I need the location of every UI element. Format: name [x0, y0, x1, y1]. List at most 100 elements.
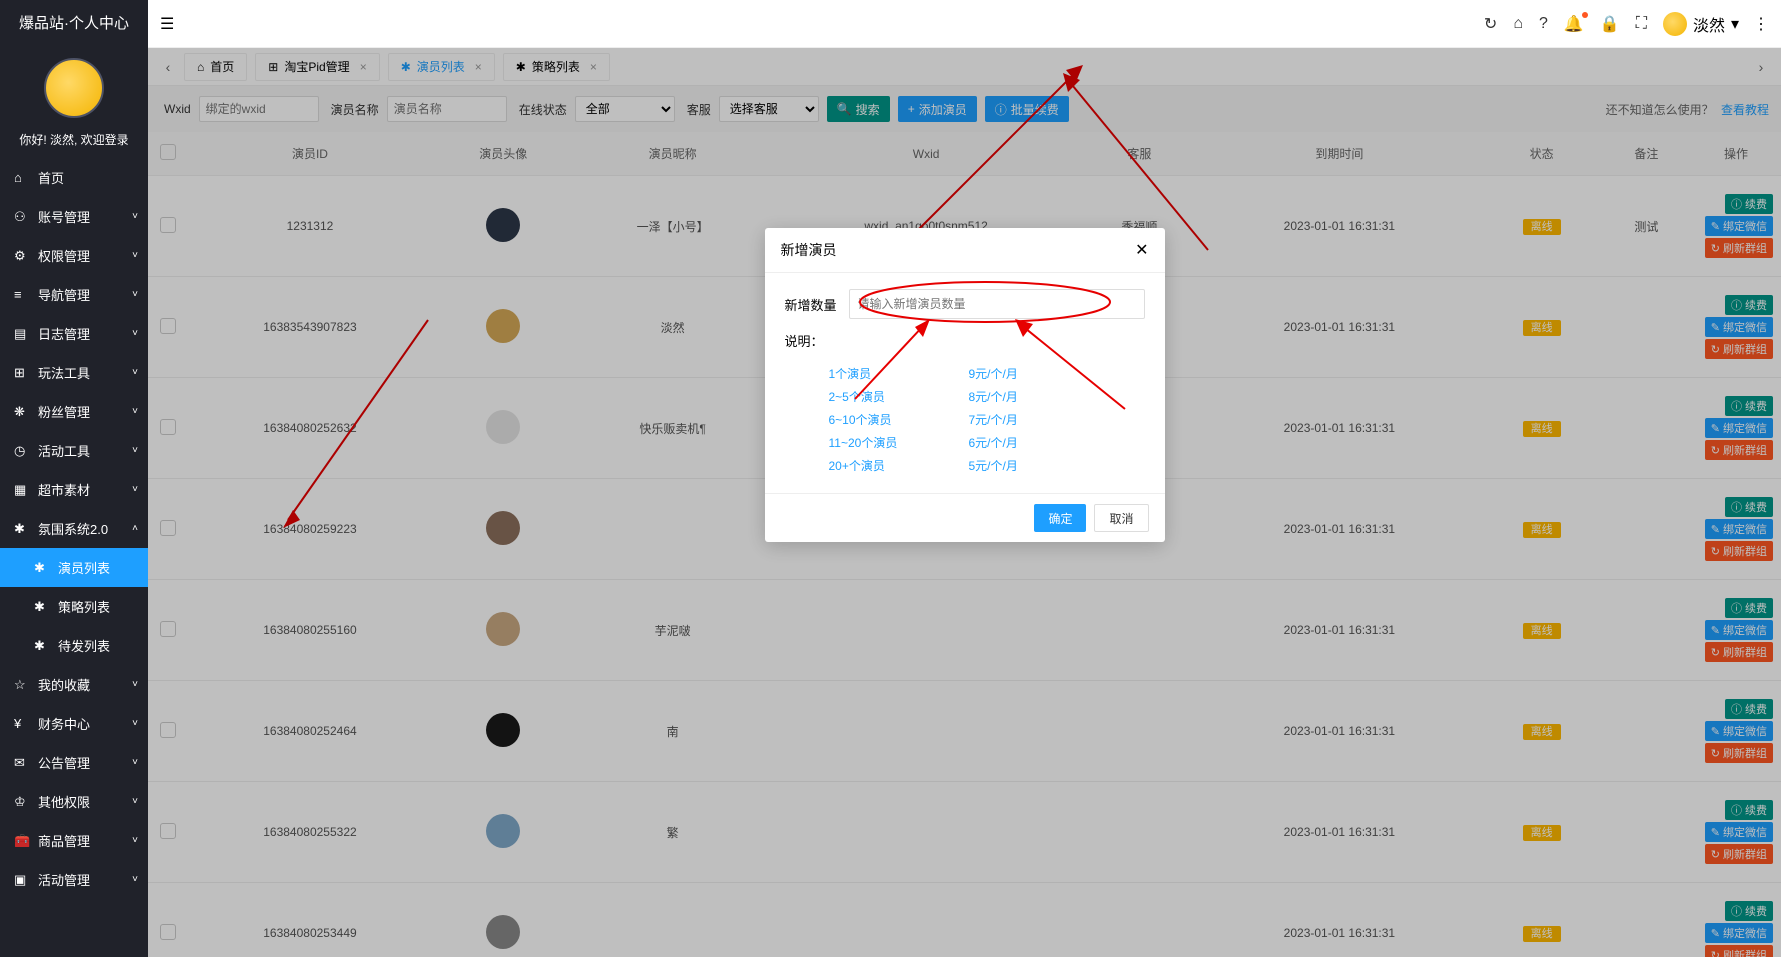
price-row: 11~20个演员6元/个/月: [829, 431, 1145, 454]
sidebar-item[interactable]: 🧰商品管理˅: [0, 821, 148, 860]
brand-logo: 爆品站·个人中心: [0, 0, 148, 48]
desc-label: 说明：: [785, 331, 824, 350]
price-row: 6~10个演员7元/个/月: [829, 408, 1145, 431]
user-menu[interactable]: 淡然▾⋮: [1663, 12, 1769, 36]
sidebar-item[interactable]: ⚙权限管理˅: [0, 236, 148, 275]
sidebar-item[interactable]: ¥财务中心˅: [0, 704, 148, 743]
sidebar-subitem[interactable]: ✱待发列表: [0, 626, 148, 665]
add-actor-modal: 新增演员 ✕ 新增数量 说明： 1个演员9元/个/月2~5个演员8元/个/月6~…: [765, 228, 1165, 542]
collapse-icon[interactable]: ☰: [160, 14, 174, 34]
price-range: 20+个演员: [829, 457, 969, 474]
chevron-icon: ˅: [132, 874, 138, 885]
nav-icon: ⌂: [14, 170, 30, 185]
topbar-icon[interactable]: 🔔: [1564, 14, 1584, 34]
confirm-button[interactable]: 确定: [1034, 504, 1086, 532]
sidebar-item[interactable]: ❋ 粉丝管理 ˅: [0, 392, 148, 431]
nav-icon: ▤: [14, 326, 30, 342]
price-row: 2~5个演员8元/个/月: [829, 385, 1145, 408]
nav-label: 日志管理: [38, 324, 90, 343]
nav-label: 公告管理: [38, 753, 90, 772]
caret-icon: ▾: [1731, 14, 1739, 34]
more-icon[interactable]: ⋮: [1753, 14, 1769, 34]
sidebar: 爆品站·个人中心 你好! 淡然, 欢迎登录 ⌂ 首页 ⚇账号管理˅⚙权限管理˅≡导航…: [0, 0, 148, 957]
nav-label: 氛围系统2.0: [38, 519, 108, 538]
price-value: 9元/个/月: [969, 365, 1018, 382]
nav-label: 账号管理: [38, 207, 90, 226]
user-avatar-small: [1663, 12, 1687, 36]
user-block: 你好! 淡然, 欢迎登录: [0, 48, 148, 158]
sidebar-item[interactable]: ♔其他权限˅: [0, 782, 148, 821]
notification-dot: [1582, 12, 1588, 18]
price-value: 6元/个/月: [969, 434, 1018, 451]
nav-icon: ▣: [14, 872, 30, 888]
topbar-icon[interactable]: 🔒: [1600, 14, 1620, 34]
cancel-button[interactable]: 取消: [1094, 504, 1148, 532]
chevron-icon: ˅: [132, 328, 138, 339]
nav-icon: 🧰: [14, 833, 30, 849]
chevron-icon: ˅: [132, 406, 138, 417]
qty-label: 新增数量: [785, 295, 837, 314]
sidebar-item[interactable]: ◷活动工具˅: [0, 431, 148, 470]
price-list: 1个演员9元/个/月2~5个演员8元/个/月6~10个演员7元/个/月11~20…: [785, 362, 1145, 477]
sidebar-item[interactable]: ≡导航管理˅: [0, 275, 148, 314]
sidebar-item[interactable]: ☆ 我的收藏 ˅: [0, 665, 148, 704]
chevron-icon: ˅: [132, 250, 138, 261]
sidebar-item[interactable]: ▣ 活动管理 ˅: [0, 860, 148, 899]
sidebar-item[interactable]: ▤ 日志管理 ˅: [0, 314, 148, 353]
nav-label: 活动工具: [38, 441, 90, 460]
nav-label: 粉丝管理: [38, 402, 90, 421]
topbar-icon[interactable]: ↻: [1484, 14, 1497, 34]
topbar-icon[interactable]: ⌂: [1513, 15, 1523, 33]
nav-icon: ⚙: [14, 248, 30, 264]
nav-icon: ✱: [34, 638, 50, 654]
price-range: 1个演员: [829, 365, 969, 382]
chevron-icon: ˅: [132, 484, 138, 495]
nav-icon: ☆: [14, 677, 30, 693]
nav-label: 策略列表: [58, 597, 110, 616]
sidebar-item[interactable]: ✉公告管理˅: [0, 743, 148, 782]
chevron-icon: ˅: [132, 757, 138, 768]
chevron-icon: ˅: [132, 367, 138, 378]
modal-title: 新增演员: [781, 240, 837, 260]
sidebar-item[interactable]: ⚇账号管理˅: [0, 197, 148, 236]
greeting-text: 你好! 淡然, 欢迎登录: [0, 131, 148, 148]
close-icon[interactable]: ✕: [1135, 240, 1148, 260]
sidebar-item[interactable]: ✱ 氛围系统2.0 ˄: [0, 509, 148, 548]
nav-icon: ¥: [14, 716, 30, 731]
chevron-icon: ˅: [132, 718, 138, 729]
nav-icon: ✱: [34, 599, 50, 615]
sidebar-subitem[interactable]: ✱ 演员列表: [0, 548, 148, 587]
nav-label: 我的收藏: [38, 675, 90, 694]
nav-label: 首页: [38, 168, 64, 187]
nav-icon: ✱: [14, 521, 30, 537]
price-row: 20+个演员5元/个/月: [829, 454, 1145, 477]
topbar: ☰ ↻⌂?🔔🔒⛶淡然▾⋮: [148, 0, 1781, 48]
nav-label: 演员列表: [58, 558, 110, 577]
sidebar-subitem[interactable]: ✱ 策略列表: [0, 587, 148, 626]
main-area: ☰ ↻⌂?🔔🔒⛶淡然▾⋮ ‹ ⌂首页⊞淘宝Pid管理×✱演员列表×✱策略列表× …: [148, 0, 1781, 957]
nav-icon: ✱: [34, 560, 50, 576]
chevron-icon: ˄: [132, 523, 138, 534]
nav-menu: ⌂首页⚇账号管理˅⚙权限管理˅≡导航管理˅▤日志管理˅⊞玩法工具˅❋粉丝管理˅◷…: [0, 158, 148, 957]
sidebar-item[interactable]: ▦超市素材˅: [0, 470, 148, 509]
price-range: 6~10个演员: [829, 411, 969, 428]
price-range: 2~5个演员: [829, 388, 969, 405]
nav-icon: ❋: [14, 404, 30, 420]
nav-icon: ⊞: [14, 365, 30, 381]
qty-input[interactable]: [849, 289, 1145, 319]
nav-label: 玩法工具: [38, 363, 90, 382]
top-icons: ↻⌂?🔔🔒⛶淡然▾⋮: [1484, 12, 1769, 36]
modal-overlay: 新增演员 ✕ 新增数量 说明： 1个演员9元/个/月2~5个演员8元/个/月6~…: [148, 48, 1781, 957]
price-range: 11~20个演员: [829, 434, 969, 451]
nav-icon: ▦: [14, 482, 30, 498]
chevron-icon: ˅: [132, 679, 138, 690]
sidebar-item[interactable]: ⌂ 首页: [0, 158, 148, 197]
topbar-icon[interactable]: ⛶: [1636, 15, 1647, 33]
nav-label: 活动管理: [38, 870, 90, 889]
chevron-icon: ˅: [132, 445, 138, 456]
price-value: 5元/个/月: [969, 457, 1018, 474]
topbar-icon[interactable]: ?: [1539, 15, 1548, 33]
nav-icon: ♔: [14, 794, 30, 810]
price-row: 1个演员9元/个/月: [829, 362, 1145, 385]
sidebar-item[interactable]: ⊞ 玩法工具 ˅: [0, 353, 148, 392]
